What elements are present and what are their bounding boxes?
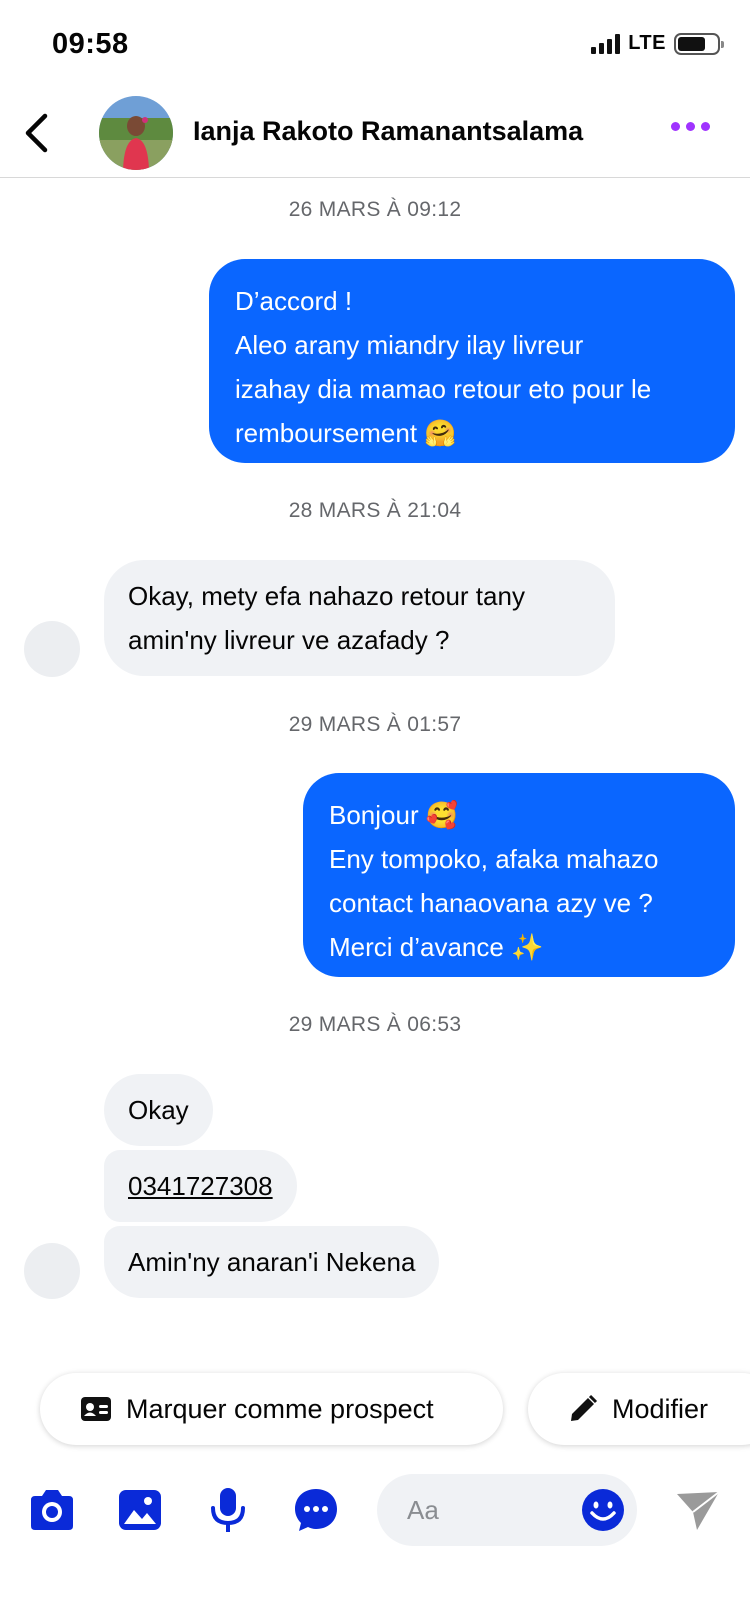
- send-button[interactable]: [672, 1484, 724, 1536]
- contact-card-icon: [80, 1396, 112, 1422]
- dot-icon: [671, 122, 680, 131]
- modify-label: Modifier: [612, 1393, 709, 1424]
- contact-name[interactable]: Ianja Rakoto Ramanantsalama: [193, 116, 583, 147]
- dot-icon: [686, 122, 695, 131]
- emoji-icon[interactable]: [581, 1488, 625, 1532]
- message-line: remboursement 🤗: [235, 418, 457, 448]
- quick-actions-bar: Marquer comme prospect Modifier: [0, 1373, 750, 1445]
- incoming-message[interactable]: Okay, mety efa nahazo retour tany amin'n…: [104, 560, 615, 676]
- sender-avatar[interactable]: [24, 1243, 80, 1299]
- message-line: Merci d’avance ✨: [329, 932, 544, 962]
- status-bar: 09:58 LTE: [0, 0, 750, 90]
- gallery-button[interactable]: [114, 1484, 166, 1536]
- message-line: Bonjour 🥰: [329, 800, 459, 830]
- voice-button[interactable]: [202, 1484, 254, 1536]
- outgoing-message[interactable]: D’accord ! Aleo arany miandry ilay livre…: [209, 259, 735, 463]
- message-composer: [0, 1470, 750, 1550]
- message-timestamp: 29 MARS À 06:53: [288, 1013, 462, 1036]
- message-line: D’accord !: [235, 286, 353, 316]
- chat-options-button[interactable]: [290, 1484, 342, 1536]
- chat-header: Ianja Rakoto Ramanantsalama: [0, 90, 750, 178]
- sender-avatar[interactable]: [24, 621, 80, 677]
- message-line: izahay dia mamao retour eto pour le: [235, 374, 652, 404]
- contact-avatar[interactable]: [99, 96, 173, 170]
- message-line: Aleo arany miandry ilay livreur: [235, 330, 584, 360]
- battery-icon: [674, 32, 724, 55]
- chevron-left-icon: [25, 113, 48, 153]
- incoming-message[interactable]: Okay: [104, 1074, 213, 1146]
- dot-icon: [701, 122, 710, 131]
- message-input-box: [377, 1474, 637, 1546]
- chat-bubble-icon: [295, 1489, 337, 1531]
- camera-button[interactable]: [26, 1484, 78, 1536]
- incoming-message[interactable]: 0341727308: [104, 1150, 297, 1222]
- mark-prospect-label: Marquer comme prospect: [126, 1393, 434, 1424]
- message-line: Okay, mety efa nahazo retour tany: [128, 581, 525, 611]
- message-line: Okay: [128, 1095, 189, 1125]
- message-timestamp: 26 MARS À 09:12: [288, 198, 462, 221]
- message-input[interactable]: [407, 1492, 577, 1528]
- incoming-message[interactable]: Amin'ny anaran'i Nekena: [104, 1226, 440, 1298]
- more-options-button[interactable]: [671, 122, 710, 131]
- send-icon: [677, 1491, 720, 1530]
- message-line: Amin'ny anaran'i Nekena: [128, 1247, 416, 1277]
- microphone-icon: [211, 1488, 245, 1532]
- pencil-icon: [568, 1394, 598, 1424]
- camera-icon: [31, 1490, 73, 1530]
- signal-icon: [591, 33, 621, 54]
- message-line: amin'ny livreur ve azafady ?: [128, 625, 450, 655]
- image-icon: [119, 1490, 161, 1530]
- modify-button[interactable]: Modifier: [528, 1373, 750, 1445]
- network-label: LTE: [628, 32, 666, 54]
- mark-prospect-button[interactable]: Marquer comme prospect: [40, 1373, 503, 1445]
- phone-number-link[interactable]: 0341727308: [128, 1164, 273, 1208]
- status-indicators: LTE: [591, 32, 724, 55]
- message-timestamp: 29 MARS À 01:57: [288, 713, 462, 736]
- message-line: contact hanaovana azy ve ?: [329, 888, 653, 918]
- message-line: Eny tompoko, afaka mahazo: [329, 844, 659, 874]
- message-timestamp: 28 MARS À 21:04: [288, 499, 462, 522]
- status-time: 09:58: [52, 28, 129, 60]
- back-button[interactable]: [14, 108, 58, 158]
- outgoing-message[interactable]: Bonjour 🥰 Eny tompoko, afaka mahazo cont…: [303, 773, 735, 977]
